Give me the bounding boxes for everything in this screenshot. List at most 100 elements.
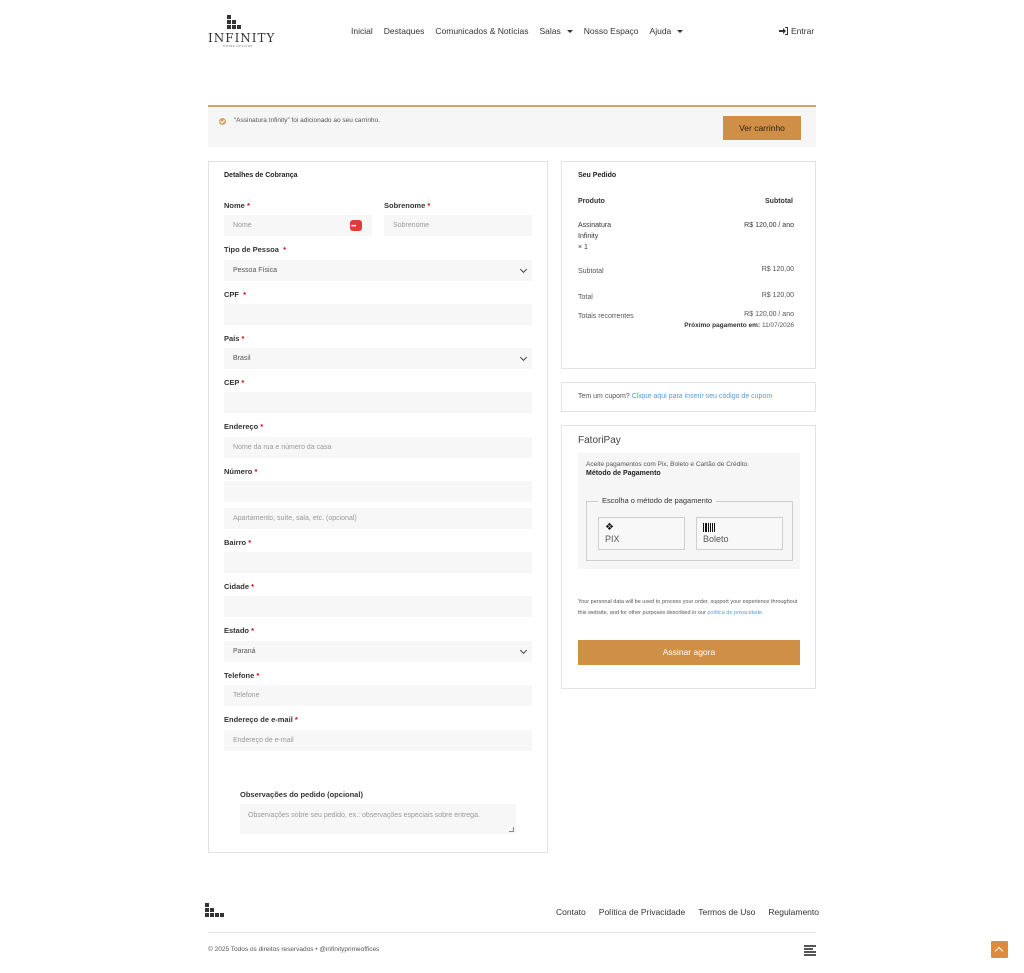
order-summary-panel — [561, 161, 816, 369]
sobrenome-input[interactable]: Sobrenome — [384, 215, 532, 236]
total-label: Total — [578, 294, 593, 301]
privacy-notice: Your personal data will be used to proce… — [578, 597, 800, 619]
cep-label: CEP * — [224, 378, 245, 387]
nav-item-destaques[interactable]: Destaques — [384, 26, 425, 38]
complemento-input[interactable]: Apartamento, suíte, sala, etc. (opcional… — [224, 508, 532, 529]
place-order-button[interactable]: Assinar agora — [578, 640, 800, 665]
col-subtotal-header: Subtotal — [765, 198, 793, 205]
estado-label: Estado * — [224, 626, 255, 635]
payment-option-boleto-label: Boleto — [703, 534, 729, 544]
login-label: Entrar — [791, 26, 815, 36]
bairro-label: Bairro * — [224, 538, 252, 547]
main-nav: Inicial Destaques Comunicados & Notícias… — [351, 26, 694, 38]
recurring-value: R$ 120,00 / ano — [744, 311, 794, 318]
tipo-pessoa-select[interactable]: Pessoa Física — [224, 260, 532, 281]
cart-notice: “Assinatura Infinity” foi adicionado ao … — [208, 105, 816, 147]
privacy-text: Your personal data will be used to proce… — [578, 599, 798, 616]
endereco-input[interactable]: Nome da rua e número da casa — [224, 437, 532, 458]
estado-select[interactable]: Paraná — [224, 641, 532, 662]
footer-logo-icon[interactable] — [205, 903, 225, 921]
next-payment-date: 11/07/2026 — [761, 322, 794, 329]
view-cart-button[interactable]: Ver carrinho — [723, 116, 801, 140]
payment-method-fieldset: Escolha o método de pagamento ❖ PIX Bole… — [586, 496, 793, 561]
telefone-label: Telefone * — [224, 671, 260, 680]
brand-logo[interactable]: INFINITY PRIME OFFICES — [208, 15, 274, 49]
chevron-down-icon — [566, 30, 573, 33]
footer-link-contato[interactable]: Contato — [556, 907, 586, 917]
login-link[interactable]: Entrar — [779, 26, 814, 36]
telefone-input[interactable]: Telefone — [224, 685, 532, 706]
cidade-input[interactable] — [224, 596, 532, 617]
footer-mark-icon — [804, 944, 816, 956]
numero-input[interactable] — [224, 481, 532, 502]
email-label: Endereço de e-mail * — [224, 715, 298, 724]
chevron-down-icon — [519, 646, 528, 655]
pais-select[interactable]: Brasil — [224, 348, 532, 369]
next-payment-label: Próximo pagamento em: — [684, 322, 761, 329]
sign-in-icon — [779, 27, 788, 35]
payment-method-legend: Escolha o método de pagamento — [598, 496, 717, 505]
scroll-to-top-button[interactable] — [991, 941, 1008, 958]
check-circle-icon — [219, 118, 226, 125]
nav-item-salas[interactable]: Salas — [539, 26, 573, 38]
nome-label: Nome * — [224, 201, 250, 210]
footer-link-regulamento[interactable]: Regulamento — [768, 907, 819, 917]
footer-link-privacidade[interactable]: Política de Privacidade — [599, 907, 685, 917]
billing-title: Detalhes de Cobrança — [224, 172, 298, 179]
nav-item-ajuda[interactable]: Ajuda — [650, 26, 684, 38]
autofill-icon[interactable] — [350, 217, 362, 238]
barcode-icon — [703, 523, 715, 532]
coupon-text: Tem um cupom? — [578, 393, 630, 400]
resize-handle-icon[interactable] — [509, 827, 514, 832]
payment-method-title: Método de Pagamento — [586, 470, 661, 477]
nav-item-nosso-espaco[interactable]: Nosso Espaço — [584, 26, 639, 38]
order-item-qty: × 1 — [578, 244, 588, 251]
chevron-down-icon — [677, 30, 684, 33]
footer-divider — [208, 932, 816, 933]
payment-description: Aceite pagamentos com Pix, Boleto e Cart… — [586, 461, 749, 468]
next-payment: Próximo pagamento em: 11/07/2026 — [640, 322, 794, 329]
brand-subtitle: PRIME OFFICES — [223, 44, 253, 48]
chevron-down-icon — [519, 265, 528, 274]
subtotal-value: R$ 120,00 — [761, 266, 794, 273]
chevron-down-icon — [519, 353, 528, 362]
nav-item-ajuda-label: Ajuda — [649, 26, 672, 36]
nome-input[interactable]: Nome — [224, 215, 372, 238]
email-input[interactable]: Endereço de e-mail — [224, 730, 532, 751]
bairro-input[interactable] — [224, 552, 532, 573]
numero-label: Número * — [224, 467, 258, 476]
payment-option-boleto[interactable]: Boleto — [696, 517, 783, 550]
payment-method-box: Aceite pagamentos com Pix, Boleto e Cart… — [578, 453, 800, 569]
col-product-header: Produto — [578, 198, 605, 205]
nav-item-salas-label: Salas — [539, 26, 561, 36]
copyright-text: © 2025 Todos os direitos reservados • @i… — [208, 946, 380, 953]
order-notes-textarea[interactable]: Observações sobre seu pedido, ex.: obser… — [240, 804, 516, 834]
cidade-label: Cidade * — [224, 582, 255, 591]
coupon-box: Tem um cupom? Clique aqui para inserir s… — [561, 382, 816, 412]
privacy-policy-link[interactable]: política de privacidade. — [707, 610, 763, 616]
pix-icon: ❖ — [605, 522, 614, 533]
logo-dots-icon — [227, 15, 247, 31]
order-title: Seu Pedido — [578, 172, 617, 179]
nav-item-inicial[interactable]: Inicial — [351, 26, 373, 38]
endereco-label: Endereço * — [224, 422, 264, 431]
total-value: R$ 120,00 — [761, 292, 794, 299]
payment-panel: FatoriPay Aceite pagamentos com Pix, Bol… — [561, 425, 816, 689]
payment-gateway-title: FatoriPay — [578, 435, 621, 446]
footer-link-termos[interactable]: Termos de Uso — [698, 907, 755, 917]
cart-notice-message: “Assinatura Infinity” foi adicionado ao … — [234, 117, 380, 124]
order-item-price: R$ 120,00 / ano — [744, 222, 794, 229]
cpf-label: CPF * — [224, 290, 247, 299]
coupon-link[interactable]: Clique aqui para inserir seu código de c… — [632, 393, 772, 400]
footer-links: Contato Política de Privacidade Termos d… — [556, 907, 819, 917]
cpf-input[interactable] — [224, 304, 532, 325]
payment-option-pix[interactable]: ❖ PIX — [598, 517, 685, 550]
order-item-name-line2: Infinity — [578, 233, 599, 240]
cep-input[interactable] — [224, 392, 532, 413]
nav-item-comunicados[interactable]: Comunicados & Notícias — [435, 26, 528, 38]
sobrenome-label: Sobrenome * — [384, 201, 431, 210]
order-item-name-line1: Assinatura — [578, 222, 612, 229]
pais-label: País * — [224, 334, 245, 343]
payment-option-pix-label: PIX — [605, 534, 620, 544]
tipo-pessoa-label: Tipo de Pessoa * — [224, 245, 286, 254]
